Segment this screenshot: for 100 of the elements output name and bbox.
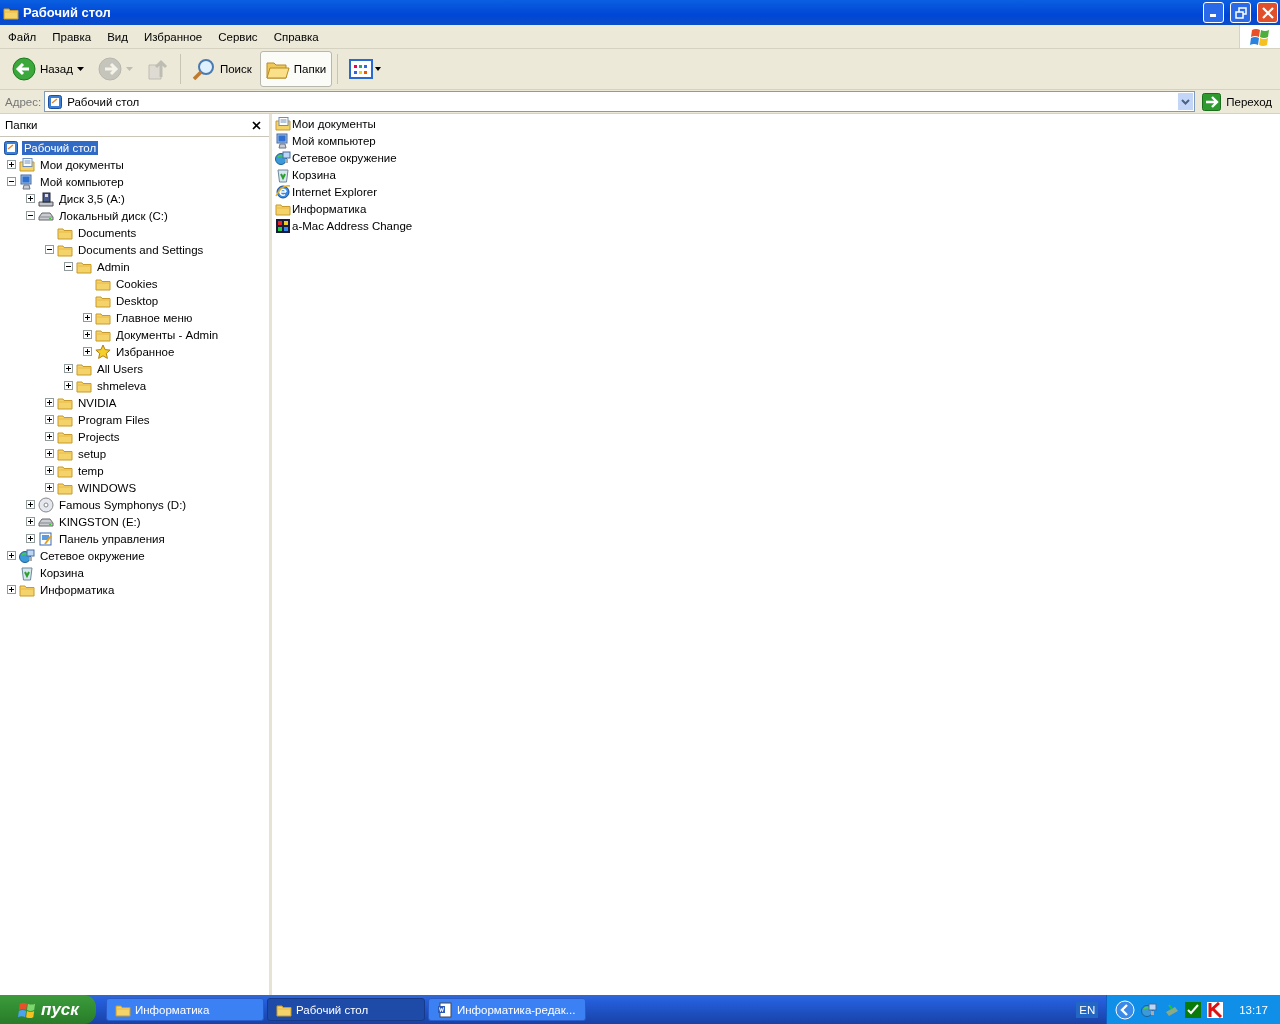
collapse-icon[interactable]	[64, 262, 73, 271]
tree-item[interactable]: Documents and Settings	[76, 242, 206, 257]
close-icon	[1261, 6, 1274, 19]
taskbar-button[interactable]: Информатика-редак...	[428, 998, 586, 1021]
tree-item[interactable]: Documents	[76, 225, 139, 240]
language-indicator[interactable]: EN	[1076, 1001, 1099, 1018]
restore-icon	[1234, 6, 1247, 19]
network-icon	[1141, 1001, 1158, 1018]
views-icon	[349, 59, 382, 79]
document-folder-icon	[19, 156, 35, 173]
desktop-icon	[47, 93, 64, 110]
expand-icon[interactable]	[45, 449, 54, 458]
floppy-drive-icon	[38, 190, 54, 207]
tree-item[interactable]: KINGSTON (E:)	[57, 514, 143, 529]
expand-icon[interactable]	[83, 347, 92, 356]
flag-icon	[17, 1000, 38, 1019]
address-label: Адрес:	[5, 95, 42, 108]
star-icon	[95, 343, 111, 360]
expand-icon[interactable]	[45, 483, 54, 492]
restore-button[interactable]	[1230, 2, 1251, 23]
expand-icon[interactable]	[64, 381, 73, 390]
tree-item[interactable]: Мой компьютер	[38, 174, 126, 189]
menu-item[interactable]: Вид	[99, 28, 136, 45]
menu-item[interactable]: Избранное	[135, 28, 211, 45]
expand-icon[interactable]	[45, 415, 54, 424]
desktop-icon	[3, 139, 19, 156]
file-item[interactable]: Internet Explorer	[292, 185, 377, 198]
tree-item[interactable]: Диск 3,5 (A:)	[57, 191, 127, 206]
expand-icon[interactable]	[64, 364, 73, 373]
tree-item[interactable]: Program Files	[76, 412, 152, 427]
tree-item[interactable]: WINDOWS	[76, 480, 139, 495]
app-icon	[275, 217, 291, 234]
collapse-icon[interactable]	[7, 177, 16, 186]
expand-icon[interactable]	[26, 500, 35, 509]
address-field[interactable]: Рабочий стол	[44, 91, 1196, 112]
menu-item[interactable]: Файл	[0, 28, 45, 45]
search-button[interactable]: Поиск	[185, 51, 258, 87]
close-button[interactable]	[1257, 2, 1278, 23]
tree-item[interactable]: Admin	[95, 259, 132, 274]
expand-icon[interactable]	[7, 585, 16, 594]
tree-item[interactable]: Cookies	[114, 276, 160, 291]
expand-icon[interactable]	[45, 398, 54, 407]
back-button[interactable]: Назад	[6, 51, 90, 87]
menu-item[interactable]: Правка	[44, 28, 100, 45]
minimize-button[interactable]	[1203, 2, 1224, 23]
menu-item[interactable]: Сервис	[210, 28, 266, 45]
file-item[interactable]: Корзина	[292, 168, 336, 181]
recycle-bin-icon	[275, 166, 291, 183]
tree-item[interactable]: Мои документы	[38, 157, 126, 172]
browser-icon	[275, 183, 291, 200]
taskbar-button[interactable]: Рабочий стол	[267, 998, 425, 1021]
tree-item[interactable]: Документы - Admin	[114, 327, 221, 342]
tree-item[interactable]: Локальный диск (C:)	[57, 208, 170, 223]
tree-item[interactable]: All Users	[95, 361, 145, 376]
collapse-icon[interactable]	[26, 211, 35, 220]
expand-icon[interactable]	[45, 432, 54, 441]
expand-icon[interactable]	[7, 160, 16, 169]
tree-item[interactable]: Избранное	[114, 344, 177, 359]
tree-item[interactable]: setup	[76, 446, 109, 461]
network-icon	[275, 149, 291, 166]
tree-item[interactable]: Рабочий стол	[22, 140, 99, 155]
tree-item[interactable]: Корзина	[38, 565, 86, 580]
expand-icon[interactable]	[83, 313, 92, 322]
tree-item[interactable]: Панель управления	[57, 531, 167, 546]
folders-button[interactable]: Папки	[259, 51, 333, 87]
expand-icon[interactable]	[26, 517, 35, 526]
checkmark-icon[interactable]	[1185, 1001, 1202, 1018]
chevron-left-icon[interactable]	[1115, 999, 1136, 1020]
tree-item[interactable]: Главное меню	[114, 310, 195, 325]
tree-item[interactable]: Projects	[76, 429, 122, 444]
tree-item[interactable]: Desktop	[114, 293, 161, 308]
tree-item[interactable]: temp	[76, 463, 106, 478]
expand-icon[interactable]	[45, 466, 54, 475]
file-item[interactable]: Информатика	[292, 202, 367, 215]
tree-item[interactable]: Сетевое окружение	[38, 548, 147, 563]
computer-icon	[275, 132, 291, 149]
tree-item[interactable]: NVIDIA	[76, 395, 119, 410]
file-item[interactable]: Мой компьютер	[292, 134, 376, 147]
start-button[interactable]: пуск	[0, 995, 96, 1024]
menu-item[interactable]: Справка	[265, 28, 327, 45]
file-item[interactable]: Мои документы	[292, 117, 376, 130]
expand-icon[interactable]	[26, 194, 35, 203]
go-arrow-icon	[1202, 92, 1222, 111]
expand-icon[interactable]	[83, 330, 92, 339]
file-item[interactable]: a-Mac Address Change	[292, 219, 413, 232]
tree-item[interactable]: shmeleva	[95, 378, 149, 393]
tree-item[interactable]: Famous Symphonys (D:)	[57, 497, 189, 512]
pane-title: Папки	[5, 119, 38, 131]
flag-logo-icon	[1249, 26, 1271, 47]
caret-icon	[76, 67, 84, 71]
tree-item[interactable]: Информатика	[38, 582, 117, 597]
taskbar-button[interactable]: Информатика	[106, 998, 264, 1021]
document-icon	[437, 1001, 453, 1018]
expand-icon[interactable]	[26, 534, 35, 543]
close-icon[interactable]	[252, 120, 261, 130]
expand-icon[interactable]	[7, 551, 16, 560]
go-button[interactable]: Переход	[1198, 92, 1276, 111]
file-item[interactable]: Сетевое окружение	[292, 151, 397, 164]
up-folder-icon	[146, 57, 169, 81]
collapse-icon[interactable]	[45, 245, 54, 254]
